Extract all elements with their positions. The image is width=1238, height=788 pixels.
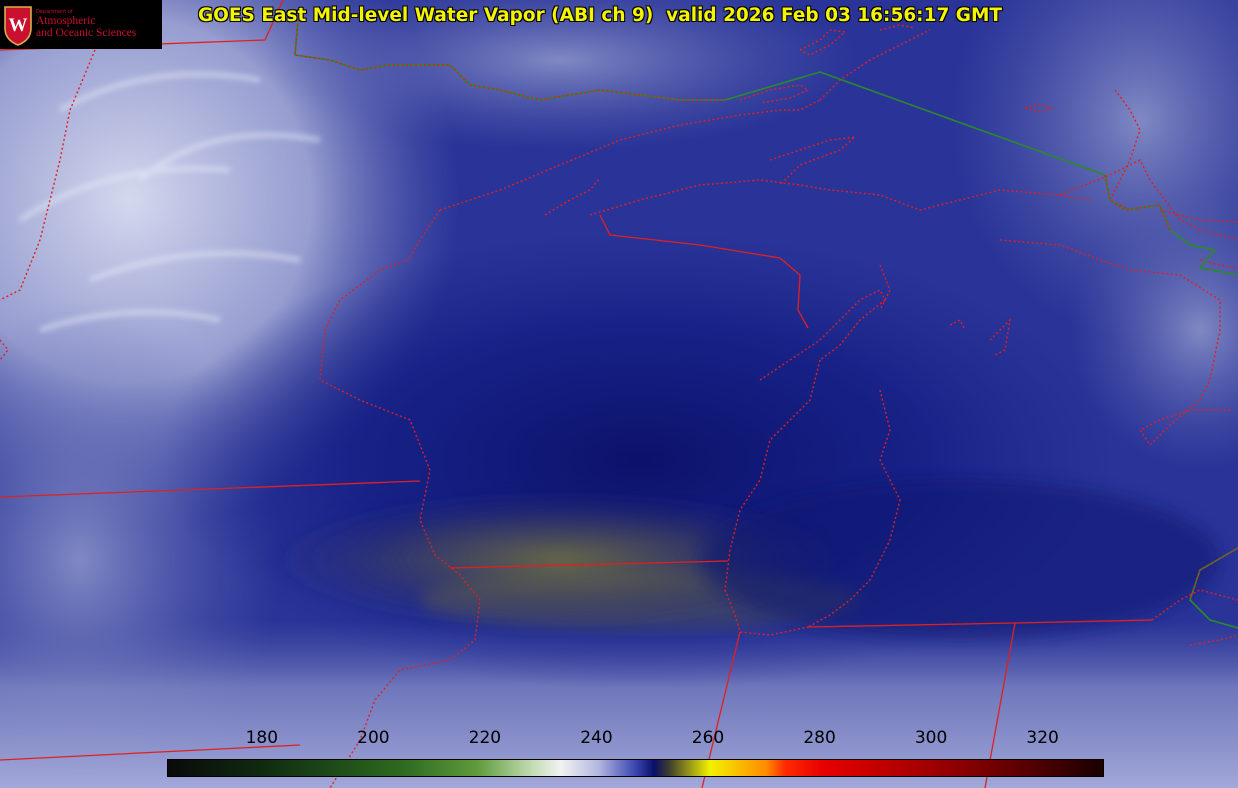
aos-logo[interactable]: W Department of Atmospheric and Oceanic …: [0, 0, 162, 49]
water-vapor-map: [0, 0, 1238, 788]
colorbar-tick-300: 300: [914, 728, 948, 748]
logo-text: Department of Atmospheric and Oceanic Sc…: [36, 9, 137, 40]
colorbar-tick-200: 200: [357, 728, 390, 748]
colorbar-tick-labels: 180 200 220 240 260 280 300 320: [0, 728, 1238, 752]
logo-line-1: Atmospheric: [36, 15, 96, 28]
colorbar-tick-260: 260: [691, 728, 725, 748]
uw-crest-icon: W: [4, 5, 32, 46]
image-title: GOES East Mid-level Water Vapor (ABI ch …: [198, 5, 1002, 26]
logo-line-2: and Oceanic Sciences: [36, 27, 137, 40]
colorbar-tick-240: 240: [580, 728, 613, 748]
colorbar-tick-320: 320: [1026, 728, 1059, 748]
colorbar-tick-280: 280: [803, 728, 836, 748]
crest-letter: W: [9, 15, 28, 36]
colorbar-tick-220: 220: [468, 728, 502, 748]
colorbar: [167, 759, 1104, 777]
colorbar-tick-180: 180: [245, 728, 279, 748]
